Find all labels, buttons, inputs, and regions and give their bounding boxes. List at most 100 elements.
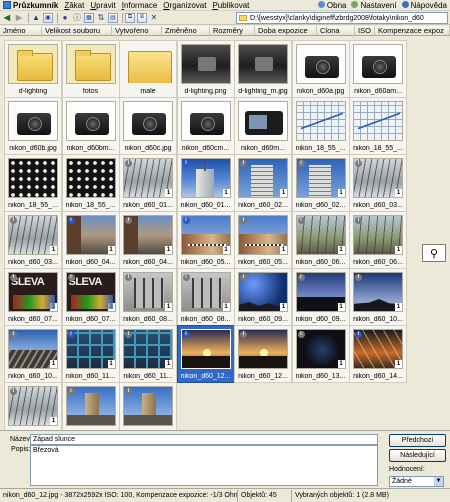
thumbnail-item[interactable]: i 1 nikon_d60_13...	[291, 325, 350, 383]
desc-field[interactable]: Březová	[30, 445, 378, 486]
thumbnail-item[interactable]: i 1 nikon_d60_09...	[234, 268, 292, 326]
magnifier-icon[interactable]: ⚲	[422, 244, 446, 262]
column-header-size[interactable]: Velikost souboru	[42, 26, 112, 35]
app-logo[interactable]: Průzkumník	[0, 1, 61, 10]
name-field[interactable]: Západ slunce	[30, 434, 378, 445]
thumbnail-item[interactable]: nikon_d60bm...	[61, 97, 120, 155]
rating-select[interactable]: Žádné ▼	[389, 476, 444, 487]
thumbnail-item[interactable]: i 1 nikon_d60_04...	[61, 211, 120, 269]
status-bar: nikon_d60_12.jpg - 3872x2592x ISO: 100, …	[0, 488, 450, 502]
napoveda-menu[interactable]: Nápověda	[401, 0, 447, 10]
thumbnail-item[interactable]: i 1 nikon_d60_03...	[349, 154, 407, 212]
toolbar-separator	[57, 12, 58, 23]
column-header-created[interactable]: Vytvořeno	[112, 26, 162, 35]
thumbnail-item[interactable]: i1nikon_d60_07...	[4, 268, 62, 326]
sort-icon[interactable]: ⇅	[96, 13, 106, 23]
info-badge-icon: i	[355, 217, 362, 224]
column-header-compensation[interactable]: Kompenzace expoz	[375, 26, 450, 35]
thumbnail-item[interactable]: i 1 nikon_d60_04...	[119, 211, 177, 269]
thumbnail-item[interactable]: nikon_18_55_...	[291, 97, 350, 155]
menu-item-organizovat[interactable]: Organizovat	[160, 1, 209, 10]
thumbnail-image	[8, 101, 58, 141]
column-header-dimensions[interactable]: Rozměry	[210, 26, 255, 35]
menu-item-zakat[interactable]: Zâkat	[61, 1, 87, 10]
path-input[interactable]: D:\[wesstyx]\clanky\digineff\zbrdg2008\f…	[236, 12, 448, 24]
thumbnail-item[interactable]: nikon_18_55_...	[4, 154, 62, 212]
settings-icon	[351, 0, 359, 8]
thumbnail-item[interactable]: male	[119, 40, 177, 98]
column-header-iso[interactable]: ISO	[355, 26, 375, 35]
thumbnail-item[interactable]: i 1 nikon_d60_11...	[61, 325, 120, 383]
info-icon[interactable]: ⓘ	[72, 13, 82, 23]
rating-badge: 1	[165, 303, 172, 311]
thumbnail-item[interactable]: i 1 nikon_d60_12...	[176, 325, 235, 383]
thumbnail-item[interactable]: d-lighting	[4, 40, 62, 98]
thumbnail-item[interactable]: i 1 nikon_d60_01...	[176, 154, 235, 212]
menu-item-publikovat[interactable]: Publikovat	[209, 1, 252, 10]
thumbnail-item[interactable]: i 1 nikon_d60_14...	[349, 325, 407, 383]
next-button[interactable]: Následující	[389, 449, 446, 462]
thumbnail-item[interactable]: nikon_d60c.jpg	[119, 97, 177, 155]
thumbnail-item[interactable]: i 1 nikon_d60_08...	[176, 268, 235, 326]
thumbnail-item[interactable]: d-lighting.png	[176, 40, 235, 98]
thumbnail-item[interactable]: i 1 nikon_d60_05...	[234, 211, 292, 269]
up-folder-icon[interactable]: ▲	[31, 13, 41, 23]
thumbnail-image: i1	[353, 272, 403, 312]
name-label: Název:	[10, 436, 32, 443]
thumbnail-item[interactable]: d-lighting_m.jpg	[234, 40, 292, 98]
thumbnail-item[interactable]: fotos	[61, 40, 120, 98]
thumbnail-item[interactable]: i 1 nikon_d60_03...	[4, 211, 62, 269]
menu-item-upravit[interactable]: Upravit	[87, 1, 118, 10]
info-badge-icon: i	[240, 217, 247, 224]
column-header-modified[interactable]: Změněno	[162, 26, 210, 35]
thumbnail-image: i1	[353, 329, 403, 369]
thumbnail-item[interactable]: nikon_d60a.jpg	[291, 40, 350, 98]
stop-icon[interactable]: ●	[60, 13, 70, 23]
thumbnail-image: i1	[65, 329, 116, 369]
delete-icon[interactable]: ✕	[149, 13, 159, 23]
thumbnail-caption: nikon_18_55_...	[353, 145, 403, 152]
thumbnail-item[interactable]: nikon_18_55_...	[61, 154, 120, 212]
column-header-aperture[interactable]: Clona	[317, 26, 355, 35]
thumbnail-image	[180, 44, 231, 84]
thumbnail-item[interactable]: nikon_18_55_...	[349, 97, 407, 155]
thumbnail-item[interactable]: i 1 nikon_d60_02...	[234, 154, 292, 212]
thumbnail-item[interactable]: i 1 nikon_d60_12...	[234, 325, 292, 383]
back-icon[interactable]: ◀	[2, 13, 12, 23]
thumbnail-item[interactable]: i 1 nikon_d60_02...	[291, 154, 350, 212]
nastaveni-menu[interactable]: Nastavení	[351, 0, 397, 10]
thumbnail-caption: nikon_18_55_...	[295, 145, 346, 152]
thumbnail-item[interactable]: i 1 nikon_d60_09...	[291, 268, 350, 326]
thumbnail-item[interactable]: nikon_d60b.jpg	[4, 97, 62, 155]
thumbnail-caption: nikon_d60_01...	[123, 202, 173, 209]
previous-button[interactable]: Předchozí	[389, 434, 446, 447]
thumbnails-view-icon[interactable]: ▦	[84, 12, 94, 23]
thumbnail-caption: nikon_d60_05...	[238, 259, 288, 266]
folders-icon[interactable]: ▣	[43, 12, 53, 23]
thumbnail-item[interactable]: nikon_d60am...	[349, 40, 407, 98]
thumbnail-item[interactable]: nikon_d60cm...	[176, 97, 235, 155]
info-badge-icon: i	[125, 331, 132, 338]
thumbnail-item[interactable]: i 1 nikon_d60_10...	[349, 268, 407, 326]
thumbnail-image: i1	[238, 158, 288, 198]
filter-icon[interactable]: ▤	[108, 12, 118, 23]
thumbnail-image: i1	[123, 158, 173, 198]
thumbnail-caption: nikon_d60am...	[354, 88, 402, 95]
column-header-name[interactable]: Jméno	[0, 26, 42, 35]
thumbnail-item[interactable]: i 1 nikon_d60_05...	[176, 211, 235, 269]
copy-icon[interactable]: ⧉	[125, 12, 135, 23]
move-icon[interactable]: ⧈	[137, 12, 147, 23]
thumbnail-item[interactable]: nikon_d60m...	[234, 97, 292, 155]
thumbnail-image	[8, 158, 58, 198]
thumbnail-item[interactable]: i 1 nikon_d60_01...	[119, 154, 177, 212]
menu-item-informace[interactable]: Informace	[119, 1, 161, 10]
column-header-exposure[interactable]: Doba expozice	[255, 26, 317, 35]
thumbnail-item[interactable]: i 1 nikon_d60_11...	[119, 325, 177, 383]
obna-menu[interactable]: Obna	[317, 0, 346, 10]
thumbnail-item[interactable]: i 1 nikon_d60_10...	[4, 325, 62, 383]
thumbnail-item[interactable]: i1nikon_d60_07...	[61, 268, 120, 326]
forward-icon[interactable]: ▶	[14, 13, 24, 23]
thumbnail-item[interactable]: i 1 nikon_d60_08...	[119, 268, 177, 326]
thumbnail-item[interactable]: i 1 nikon_d60_06...	[349, 211, 407, 269]
thumbnail-item[interactable]: i 1 nikon_d60_06...	[291, 211, 350, 269]
